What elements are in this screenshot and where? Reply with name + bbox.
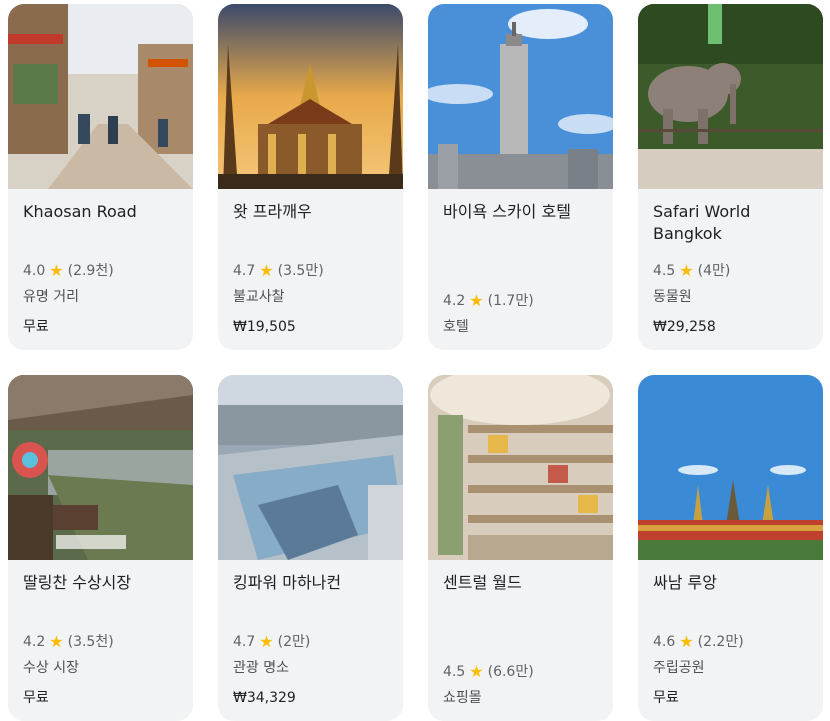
place-card-wat-phra-kaew[interactable]: 왓 프라깨우 4.7 ★ (3.5만) 불교사찰 ₩19,505 bbox=[218, 4, 403, 350]
place-category: 호텔 bbox=[443, 319, 469, 335]
star-icon: ★ bbox=[49, 261, 64, 280]
review-count: (6.6만) bbox=[487, 664, 534, 680]
place-rating: 4.6 ★ (2.2만) bbox=[653, 632, 744, 652]
place-photo[interactable] bbox=[218, 4, 403, 189]
place-photo[interactable] bbox=[428, 375, 613, 560]
place-price: ₩34,329 bbox=[233, 690, 296, 706]
place-title: 왓 프라깨우 bbox=[233, 202, 312, 221]
place-rating: 4.0 ★ (2.9천) bbox=[23, 261, 114, 281]
place-title: 센트럴 월드 bbox=[443, 573, 522, 592]
place-rating: 4.5 ★ (6.6만) bbox=[443, 662, 534, 682]
rating-value: 4.7 bbox=[233, 634, 256, 650]
rating-value: 4.5 bbox=[443, 664, 466, 680]
review-count: (2.9천) bbox=[67, 263, 114, 279]
place-category: 관광 명소 bbox=[233, 660, 289, 676]
star-icon: ★ bbox=[679, 261, 694, 280]
place-category: 쇼핑몰 bbox=[443, 690, 482, 706]
star-icon: ★ bbox=[679, 632, 694, 651]
place-card-baiyoke-sky-hotel[interactable]: 바이욕 스카이 호텔 4.2 ★ (1.7만) 호텔 bbox=[428, 4, 613, 350]
place-title: 킹파워 마하나컨 bbox=[233, 573, 342, 592]
place-rating: 4.7 ★ (2만) bbox=[233, 632, 310, 652]
place-photo[interactable] bbox=[428, 4, 613, 189]
place-category: 수상 시장 bbox=[23, 660, 79, 676]
star-icon: ★ bbox=[49, 632, 64, 651]
place-price: 무료 bbox=[23, 690, 49, 706]
place-category: 불교사찰 bbox=[233, 289, 285, 305]
rating-value: 4.2 bbox=[23, 634, 46, 650]
star-icon: ★ bbox=[469, 291, 484, 310]
rating-value: 4.5 bbox=[653, 263, 676, 279]
rating-value: 4.0 bbox=[23, 263, 46, 279]
place-rating: 4.2 ★ (3.5천) bbox=[23, 632, 114, 652]
review-count: (4만) bbox=[697, 263, 731, 279]
rating-value: 4.2 bbox=[443, 293, 466, 309]
place-card-central-world[interactable]: 센트럴 월드 4.5 ★ (6.6만) 쇼핑몰 bbox=[428, 375, 613, 721]
place-price: 무료 bbox=[23, 319, 49, 335]
place-price: 무료 bbox=[653, 690, 679, 706]
place-card-king-power-mahanakhon[interactable]: 킹파워 마하나컨 4.7 ★ (2만) 관광 명소 ₩34,329 bbox=[218, 375, 403, 721]
star-icon: ★ bbox=[469, 662, 484, 681]
rating-value: 4.7 bbox=[233, 263, 256, 279]
place-category: 유명 거리 bbox=[23, 289, 79, 305]
place-rating: 4.2 ★ (1.7만) bbox=[443, 291, 534, 311]
review-count: (3.5만) bbox=[277, 263, 324, 279]
star-icon: ★ bbox=[259, 632, 274, 651]
place-category: 동물원 bbox=[653, 289, 692, 305]
place-card-sanam-luang[interactable]: 싸남 루앙 4.6 ★ (2.2만) 주립공원 무료 bbox=[638, 375, 823, 721]
review-count: (3.5천) bbox=[67, 634, 114, 650]
review-count: (2.2만) bbox=[697, 634, 744, 650]
review-count: (1.7만) bbox=[487, 293, 534, 309]
place-title: 딸링찬 수상시장 bbox=[23, 573, 132, 592]
place-rating: 4.7 ★ (3.5만) bbox=[233, 261, 324, 281]
place-card-khaosan-road[interactable]: Khaosan Road 4.0 ★ (2.9천) 유명 거리 무료 bbox=[8, 4, 193, 350]
place-photo[interactable] bbox=[8, 375, 193, 560]
review-count: (2만) bbox=[277, 634, 311, 650]
place-price: ₩19,505 bbox=[233, 319, 296, 335]
place-card-taling-chan-market[interactable]: 딸링찬 수상시장 4.2 ★ (3.5천) 수상 시장 무료 bbox=[8, 375, 193, 721]
place-title: 바이욕 스카이 호텔 bbox=[443, 202, 571, 221]
star-icon: ★ bbox=[259, 261, 274, 280]
place-photo[interactable] bbox=[218, 375, 403, 560]
place-title: 싸남 루앙 bbox=[653, 573, 717, 592]
place-photo[interactable] bbox=[8, 4, 193, 189]
place-price: ₩29,258 bbox=[653, 319, 716, 335]
rating-value: 4.6 bbox=[653, 634, 676, 650]
place-photo[interactable] bbox=[638, 4, 823, 189]
place-card-safari-world[interactable]: Safari World Bangkok 4.5 ★ (4만) 동물원 ₩29,… bbox=[638, 4, 823, 350]
place-photo[interactable] bbox=[638, 375, 823, 560]
place-title: Khaosan Road bbox=[23, 202, 137, 221]
place-title: Safari World Bangkok bbox=[653, 202, 751, 243]
places-grid: Khaosan Road 4.0 ★ (2.9천) 유명 거리 무료 왓 프라깨… bbox=[0, 0, 830, 721]
place-rating: 4.5 ★ (4만) bbox=[653, 261, 730, 281]
place-category: 주립공원 bbox=[653, 660, 705, 676]
